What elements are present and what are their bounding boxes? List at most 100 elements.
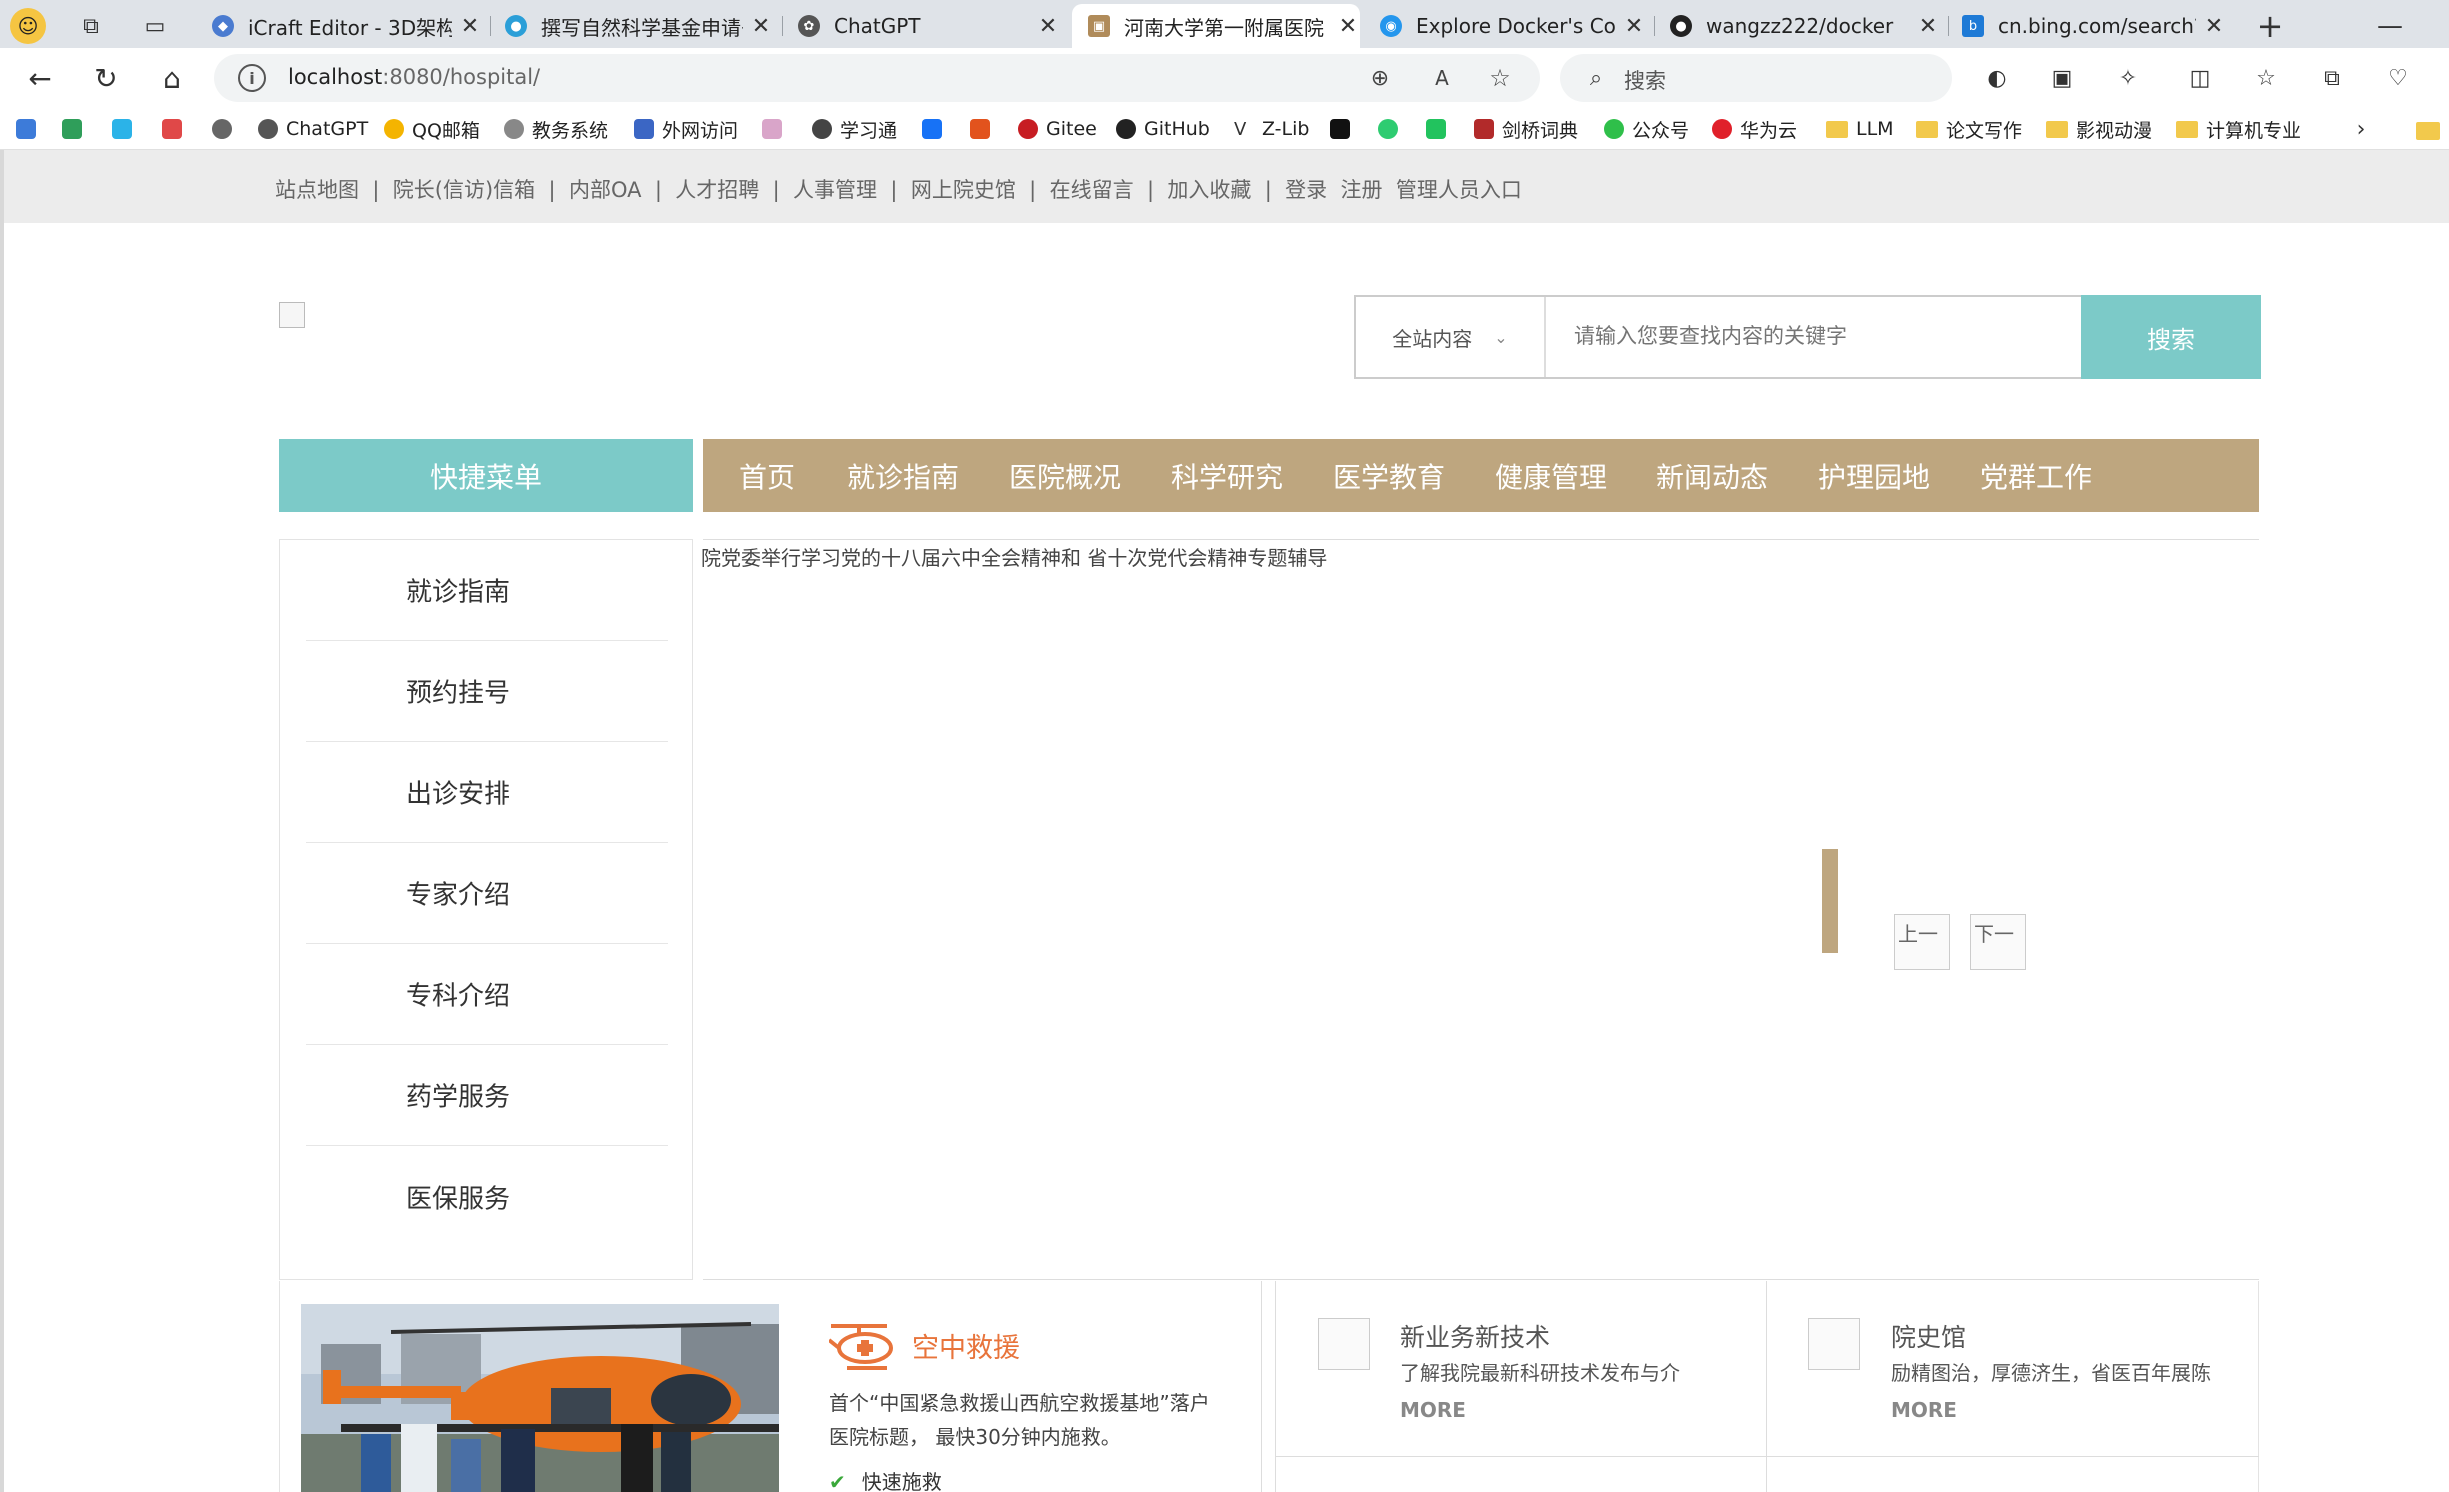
browser-search-box[interactable]: ⌕ 搜索 bbox=[1560, 54, 1952, 102]
other-favorites-folder-icon[interactable] bbox=[2416, 122, 2440, 140]
minimize-window-icon[interactable]: — bbox=[2370, 6, 2410, 46]
nav-education[interactable]: 医学教育 bbox=[1333, 439, 1445, 512]
bookmark-zlib[interactable]: V Z-Lib bbox=[1234, 115, 1309, 143]
new-tech-title[interactable]: 新业务新技术 bbox=[1400, 1318, 1550, 1354]
copilot-icon[interactable]: ◐ bbox=[1975, 56, 2019, 100]
tab-nsfc[interactable]: ● 撰写自然科学基金申请书 ✕ bbox=[505, 6, 773, 46]
bookmark-waiwang[interactable]: 外网访问 bbox=[634, 115, 738, 143]
favorite-star-icon[interactable]: ☆ bbox=[1484, 62, 1516, 94]
sidebar-item-appointment[interactable]: 预约挂号 bbox=[306, 641, 668, 742]
nav-research[interactable]: 科学研究 bbox=[1171, 439, 1283, 512]
close-tab-icon[interactable]: ✕ bbox=[1622, 14, 1646, 39]
sidebar-item-guide[interactable]: 就诊指南 bbox=[306, 540, 668, 641]
top-link-favorite[interactable]: 加入收藏 bbox=[1167, 178, 1251, 202]
tab-github[interactable]: ● wangzz222/docker ✕ bbox=[1670, 6, 1940, 46]
top-link-register[interactable]: 注册 bbox=[1341, 178, 1383, 202]
split-screen-icon[interactable]: ◫ bbox=[2178, 56, 2222, 100]
tab-docker[interactable]: ◉ Explore Docker's Contain ✕ bbox=[1380, 6, 1646, 46]
extensions-icon[interactable]: ✧ bbox=[2106, 56, 2150, 100]
top-link-oa[interactable]: 内部OA bbox=[569, 178, 642, 202]
top-link-hr[interactable]: 人事管理 bbox=[793, 178, 877, 202]
tab-bing[interactable]: b cn.bing.com/search?q=… ✕ bbox=[1962, 6, 2226, 46]
sidebar-item-insurance[interactable]: 医保服务 bbox=[306, 1146, 668, 1247]
site-search-button[interactable]: 搜索 bbox=[2081, 295, 2261, 379]
top-link-message[interactable]: 在线留言 bbox=[1050, 178, 1134, 202]
helicopter-photo[interactable] bbox=[301, 1304, 779, 1492]
top-link-history[interactable]: 网上院史馆 bbox=[911, 178, 1016, 202]
bookmark-qqmail[interactable]: QQ邮箱 bbox=[384, 115, 480, 143]
site-search-input[interactable] bbox=[1546, 297, 2079, 377]
bookmark-gongzhonghao[interactable]: 公众号 bbox=[1604, 115, 1689, 143]
bookmark-xuexitong[interactable]: 学习通 bbox=[812, 115, 897, 143]
bookmark-zhihu[interactable] bbox=[922, 115, 950, 143]
sidebar-item-schedule[interactable]: 出诊安排 bbox=[306, 742, 668, 843]
slider-next-button[interactable]: 下一 bbox=[1970, 914, 2026, 970]
bookmark-item[interactable] bbox=[62, 115, 90, 143]
top-link-sitemap[interactable]: 站点地图 bbox=[275, 178, 359, 202]
nav-news[interactable]: 新闻动态 bbox=[1656, 439, 1768, 512]
chevron-right-icon[interactable]: › bbox=[2346, 114, 2376, 144]
bookmark-huaweicloud[interactable]: 华为云 bbox=[1712, 115, 1797, 143]
history-hall-more-link[interactable]: MORE bbox=[1891, 1398, 1957, 1422]
collections-icon[interactable]: ⧉ bbox=[2310, 56, 2354, 100]
sidebar-item-departments[interactable]: 专科介绍 bbox=[306, 944, 668, 1045]
bookmark-folder-movies[interactable]: 影视动漫 bbox=[2046, 115, 2152, 143]
bookmark-item[interactable] bbox=[1330, 115, 1358, 143]
new-tech-image[interactable] bbox=[1318, 1318, 1370, 1370]
bookmark-folder-llm[interactable]: LLM bbox=[1826, 115, 1894, 143]
sidebar-item-pharmacy[interactable]: 药学服务 bbox=[306, 1045, 668, 1146]
home-icon[interactable]: ⌂ bbox=[150, 56, 194, 100]
nav-health[interactable]: 健康管理 bbox=[1495, 439, 1607, 512]
bookmark-jiaowu[interactable]: 教务系统 bbox=[504, 115, 608, 143]
close-tab-icon[interactable]: ✕ bbox=[2202, 14, 2226, 39]
tab-actions-icon[interactable]: ▭ bbox=[138, 10, 172, 42]
bookmark-github[interactable]: GitHub bbox=[1116, 115, 1210, 143]
site-info-icon[interactable]: i bbox=[238, 64, 266, 92]
back-icon[interactable]: ← bbox=[18, 56, 62, 100]
games-icon[interactable]: ▣ bbox=[2040, 56, 2084, 100]
bookmark-item[interactable] bbox=[162, 115, 190, 143]
history-hall-image[interactable] bbox=[1808, 1318, 1860, 1370]
top-link-recruit[interactable]: 人才招聘 bbox=[675, 178, 759, 202]
nav-nursing[interactable]: 护理园地 bbox=[1818, 439, 1930, 512]
slider-prev-button[interactable]: 上一 bbox=[1894, 914, 1950, 970]
air-rescue-title[interactable]: 空中救援 bbox=[912, 1326, 1020, 1365]
zoom-icon[interactable]: ⊕ bbox=[1364, 62, 1396, 94]
new-tab-icon[interactable]: + bbox=[2250, 6, 2290, 46]
nav-party[interactable]: 党群工作 bbox=[1980, 439, 2092, 512]
nav-home[interactable]: 首页 bbox=[739, 439, 795, 512]
bookmark-item[interactable] bbox=[212, 115, 240, 143]
bookmark-csdn[interactable] bbox=[970, 115, 998, 143]
reload-icon[interactable]: ↻ bbox=[84, 56, 128, 100]
bookmark-item[interactable] bbox=[1426, 115, 1454, 143]
history-hall-title[interactable]: 院史馆 bbox=[1891, 1318, 1966, 1354]
address-bar[interactable]: i localhost:8080/hospital/ ⊕ A ☆ bbox=[214, 54, 1540, 102]
address-url[interactable]: localhost:8080/hospital/ bbox=[288, 65, 540, 89]
bookmark-gitee[interactable]: Gitee bbox=[1018, 115, 1097, 143]
sidebar-item-experts[interactable]: 专家介绍 bbox=[306, 843, 668, 944]
top-link-admin[interactable]: 管理人员入口 bbox=[1396, 178, 1522, 202]
tab-icraft[interactable]: ◆ iCraft Editor - 3D架构图 ✕ bbox=[212, 6, 482, 46]
close-tab-icon[interactable]: ✕ bbox=[749, 14, 773, 39]
bookmark-item[interactable] bbox=[16, 115, 44, 143]
bookmark-folder-paper[interactable]: 论文写作 bbox=[1916, 115, 2022, 143]
profile-avatar-icon[interactable]: ☺ bbox=[10, 8, 46, 44]
site-logo-broken-image[interactable] bbox=[279, 302, 305, 328]
nav-guide[interactable]: 就诊指南 bbox=[847, 439, 959, 512]
top-link-mailbox[interactable]: 院长(信访)信箱 bbox=[393, 178, 535, 202]
close-tab-icon[interactable]: ✕ bbox=[1036, 14, 1060, 39]
close-tab-icon[interactable]: ✕ bbox=[458, 14, 482, 39]
favorites-icon[interactable]: ☆ bbox=[2244, 56, 2288, 100]
bookmark-cambridge[interactable]: 剑桥词典 bbox=[1474, 115, 1578, 143]
slider-headline[interactable]: 院党委举行学习党的十八届六中全会精神和 省十次党代会精神专题辅导 bbox=[701, 542, 1327, 571]
nav-overview[interactable]: 医院概况 bbox=[1009, 439, 1121, 512]
read-aloud-icon[interactable]: A bbox=[1426, 62, 1458, 94]
top-link-login[interactable]: 登录 bbox=[1285, 178, 1327, 202]
new-tech-more-link[interactable]: MORE bbox=[1400, 1398, 1466, 1422]
bookmark-folder-cs[interactable]: 计算机专业 bbox=[2176, 115, 2301, 143]
bookmark-item[interactable] bbox=[112, 115, 140, 143]
close-tab-icon[interactable]: ✕ bbox=[1336, 14, 1360, 39]
bookmark-item[interactable] bbox=[1378, 115, 1406, 143]
tab-chatgpt[interactable]: ✿ ChatGPT ✕ bbox=[798, 6, 1060, 46]
browser-essentials-icon[interactable]: ♡ bbox=[2376, 56, 2420, 100]
